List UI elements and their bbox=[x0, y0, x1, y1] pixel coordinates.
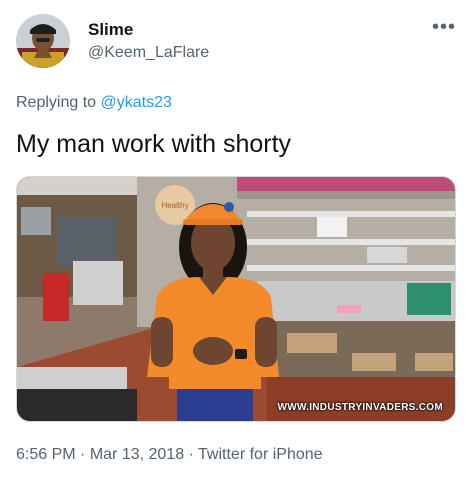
tweet-text: My man work with shorty bbox=[16, 130, 292, 158]
media-image: Healthy bbox=[17, 177, 455, 421]
tweet-media[interactable]: Healthy WWW.INDUSTRYINVADERS.COM bbox=[16, 176, 456, 422]
tweet-time[interactable]: 6:56 PM bbox=[16, 446, 76, 463]
author-avatar[interactable] bbox=[16, 14, 70, 68]
replying-to-label: Replying to bbox=[16, 94, 101, 111]
avatar-image bbox=[16, 14, 70, 68]
more-options-icon[interactable]: ••• bbox=[432, 16, 456, 39]
tweet-source[interactable]: Twitter for iPhone bbox=[198, 446, 323, 463]
replying-to-line: Replying to @ykats23 bbox=[16, 94, 172, 112]
author-handle[interactable]: @Keem_LaFlare bbox=[88, 44, 209, 62]
reply-mention-link[interactable]: @ykats23 bbox=[101, 94, 172, 111]
tweet-date[interactable]: Mar 13, 2018 bbox=[90, 446, 184, 463]
tweet-footer: 6:56 PM · Mar 13, 2018 · Twitter for iPh… bbox=[16, 446, 323, 464]
footer-separator: · bbox=[184, 446, 199, 463]
sign-text: Healthy bbox=[161, 201, 188, 210]
media-watermark: WWW.INDUSTRYINVADERS.COM bbox=[277, 402, 443, 413]
author-display-name[interactable]: Slime bbox=[88, 20, 133, 40]
footer-separator: · bbox=[75, 446, 90, 463]
